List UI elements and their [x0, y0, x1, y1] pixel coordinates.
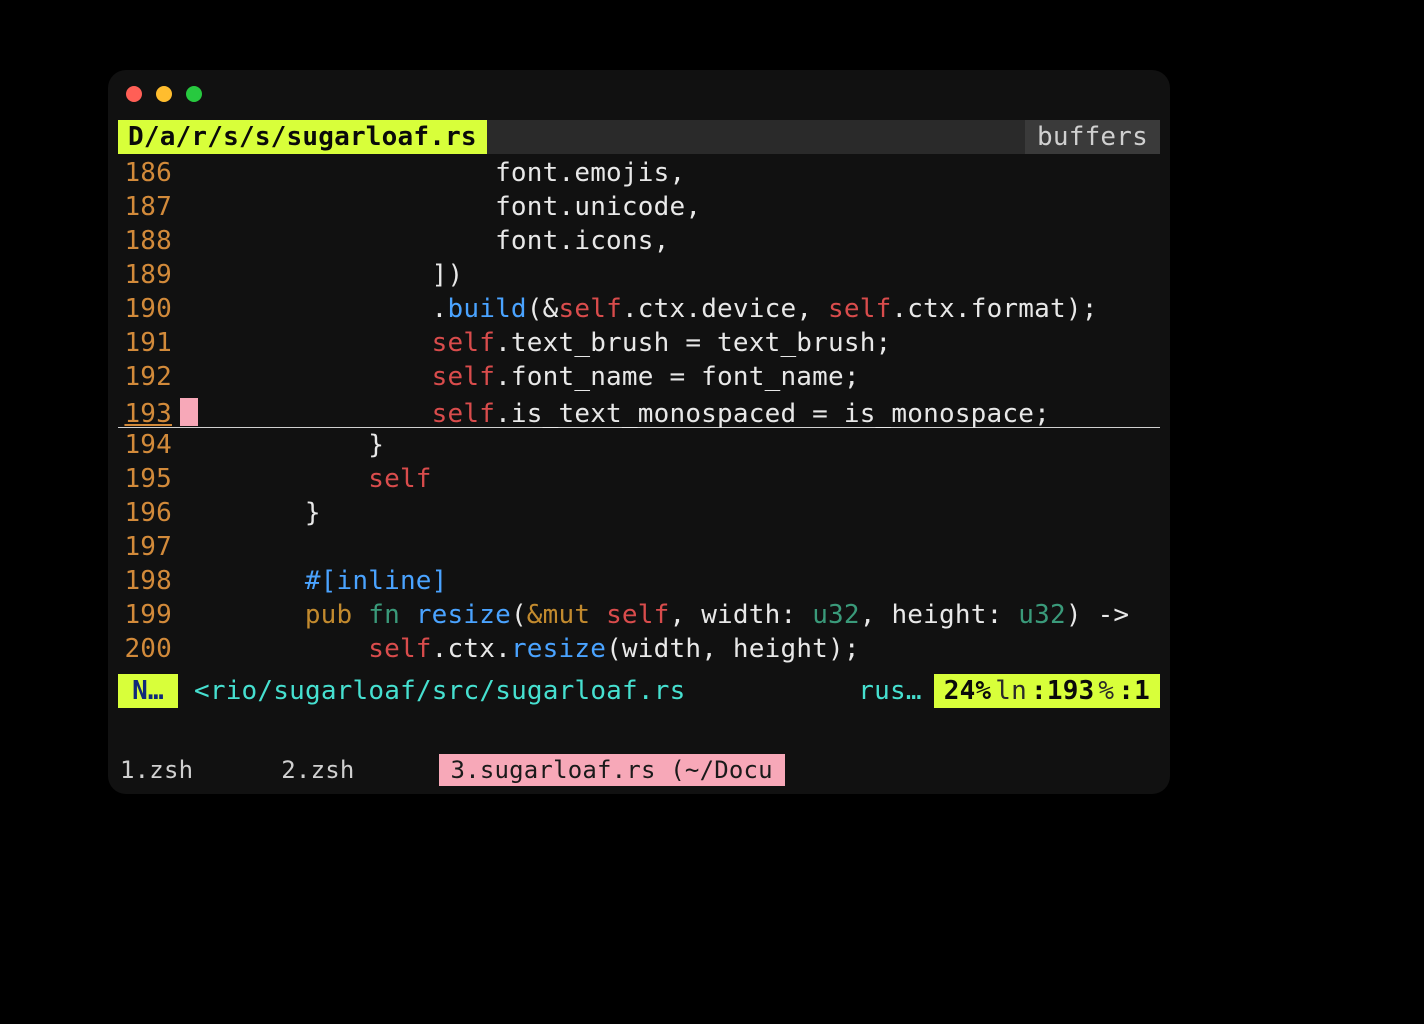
- tab[interactable]: 3.sugarloaf.rs (~/Docu: [439, 754, 785, 786]
- tab[interactable]: 1.zsh: [116, 754, 197, 786]
- tab-index: 3: [451, 753, 466, 787]
- line-number: 198: [118, 564, 178, 598]
- line-number: 197: [118, 530, 178, 564]
- line-number: 190: [118, 292, 178, 326]
- window-controls: [126, 86, 202, 102]
- code-line[interactable]: 194 }: [118, 428, 1160, 462]
- tab-index: 1: [120, 753, 135, 787]
- line-number: 187: [118, 190, 178, 224]
- line-number: 194: [118, 428, 178, 462]
- status-col-value: :1: [1118, 674, 1150, 708]
- line-number: 189: [118, 258, 178, 292]
- tab[interactable]: 2.zsh: [277, 754, 358, 786]
- status-position: 24% ln :193 % :1: [934, 674, 1160, 708]
- line-number: 192: [118, 360, 178, 394]
- line-number: 200: [118, 632, 178, 666]
- minimize-icon[interactable]: [156, 86, 172, 102]
- code-text: self: [178, 462, 432, 496]
- code-line[interactable]: 197: [118, 530, 1160, 564]
- line-number: 199: [118, 598, 178, 632]
- code-line[interactable]: 195 self: [118, 462, 1160, 496]
- line-number: 193: [118, 397, 178, 431]
- line-number: 195: [118, 462, 178, 496]
- code-line[interactable]: 200 self.ctx.resize(width, height);: [118, 632, 1160, 666]
- tab-label: .sugarloaf.rs (~/Docu: [465, 753, 773, 787]
- buffers-button[interactable]: buffers: [1025, 120, 1160, 154]
- code-line[interactable]: 196 }: [118, 496, 1160, 530]
- mode-indicator: N…: [118, 674, 178, 708]
- status-ln-value: :193: [1031, 674, 1094, 708]
- code-text: font.emojis,: [178, 156, 685, 190]
- code-line[interactable]: 199 pub fn resize(&mut self, width: u32,…: [118, 598, 1160, 632]
- code-text: font.unicode,: [178, 190, 701, 224]
- code-text: }: [178, 496, 321, 530]
- close-icon[interactable]: [126, 86, 142, 102]
- code-line[interactable]: 188 font.icons,: [118, 224, 1160, 258]
- tab-label: .zsh: [296, 753, 355, 787]
- line-number: 186: [118, 156, 178, 190]
- status-percent: 24%: [944, 674, 992, 708]
- code-text: font.icons,: [178, 224, 669, 258]
- cursor-icon: [180, 398, 198, 426]
- code-text: self.font_name = font_name;: [178, 360, 860, 394]
- editor-statusbar: N… <rio/sugarloaf/src/sugarloaf.rs rus… …: [118, 674, 1160, 708]
- status-language: rus…: [846, 674, 933, 708]
- code-line[interactable]: 198 #[inline]: [118, 564, 1160, 598]
- code-text: self.ctx.resize(width, height);: [178, 632, 860, 666]
- code-line[interactable]: 186 font.emojis,: [118, 156, 1160, 190]
- code-text: #[inline]: [178, 564, 448, 598]
- code-text: pub fn resize(&mut self, width: u32, hei…: [178, 598, 1129, 632]
- file-path-breadcrumb[interactable]: D/a/r/s/s/sugarloaf.rs: [118, 120, 487, 154]
- code-text: }: [178, 428, 384, 462]
- code-text: self.text_brush = text_brush;: [178, 326, 891, 360]
- line-number: 191: [118, 326, 178, 360]
- code-line[interactable]: 187 font.unicode,: [118, 190, 1160, 224]
- code-line[interactable]: 193 self.is_text_monospaced = is_monospa…: [118, 394, 1160, 428]
- status-col-label: %: [1098, 674, 1114, 708]
- code-text: self.is_text_monospaced = is_monospace;: [178, 397, 1050, 431]
- terminal-window: D/a/r/s/s/sugarloaf.rs buffers 186 font.…: [108, 70, 1170, 794]
- code-line[interactable]: 190 .build(&self.ctx.device, self.ctx.fo…: [118, 292, 1160, 326]
- editor-titlebar: D/a/r/s/s/sugarloaf.rs buffers: [118, 120, 1160, 154]
- code-line[interactable]: 192 self.font_name = font_name;: [118, 360, 1160, 394]
- tab-index: 2: [281, 753, 296, 787]
- code-text: ]): [178, 258, 463, 292]
- code-editor[interactable]: 186 font.emojis,187 font.unicode,188 fon…: [118, 156, 1160, 674]
- tab-label: .zsh: [135, 753, 194, 787]
- line-number: 188: [118, 224, 178, 258]
- line-number: 196: [118, 496, 178, 530]
- tab-strip: 1.zsh2.zsh3.sugarloaf.rs (~/Docu: [108, 746, 1170, 794]
- code-line[interactable]: 189 ]): [118, 258, 1160, 292]
- code-text: .build(&self.ctx.device, self.ctx.format…: [178, 292, 1098, 326]
- code-line[interactable]: 191 self.text_brush = text_brush;: [118, 326, 1160, 360]
- zoom-icon[interactable]: [186, 86, 202, 102]
- status-file-path: <rio/sugarloaf/src/sugarloaf.rs: [178, 674, 846, 708]
- status-ln-label: ln: [995, 674, 1027, 708]
- titlebar-spacer: [487, 120, 1025, 154]
